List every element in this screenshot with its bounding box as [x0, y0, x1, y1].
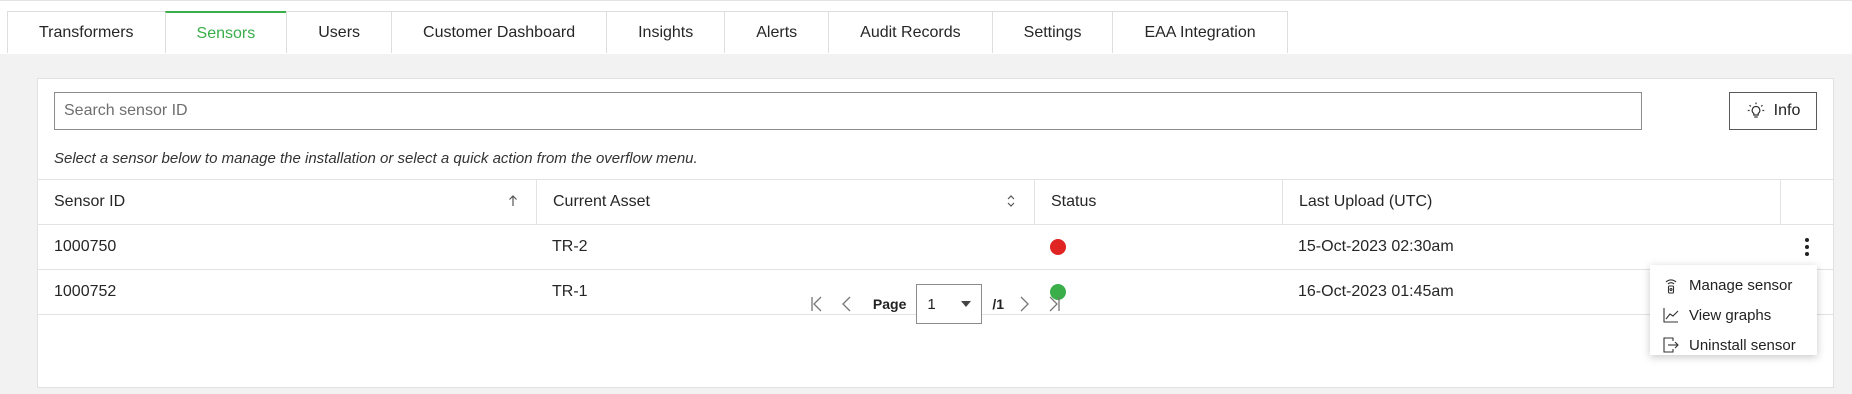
menu-item-label: Manage sensor	[1689, 276, 1793, 294]
status-indicator-red	[1050, 239, 1066, 255]
total-pages: /1	[992, 296, 1005, 312]
kebab-icon[interactable]	[1801, 234, 1813, 260]
last-upload-cell: 15-Oct-2023 02:30am	[1298, 238, 1454, 255]
status-cell	[1034, 225, 1282, 269]
table-header: Sensor ID Current Asset Status Last Uplo…	[38, 179, 1833, 225]
column-header-last-upload: Last Upload (UTC)	[1282, 180, 1780, 224]
tab-users[interactable]: Users	[286, 11, 393, 53]
first-page-icon[interactable]	[807, 294, 827, 314]
search-input[interactable]	[54, 92, 1642, 130]
tab-bar: Transformers Sensors Users Customer Dash…	[0, 0, 1852, 55]
sort-unsorted-icon[interactable]	[1004, 193, 1018, 209]
menu-item-label: View graphs	[1689, 306, 1772, 324]
next-page-icon[interactable]	[1014, 294, 1034, 314]
column-header-label: Current Asset	[553, 193, 650, 210]
sensor-id-cell: 1000750	[54, 238, 117, 255]
tab-transformers[interactable]: Transformers	[7, 11, 166, 53]
tab-audit-records[interactable]: Audit Records	[828, 11, 993, 53]
main-content: Info Select a sensor below to manage the…	[0, 54, 1852, 394]
menu-item-manage-sensor[interactable]: Manage sensor	[1650, 270, 1817, 300]
column-header-sensor-id[interactable]: Sensor ID	[38, 180, 536, 224]
current-page-value: 1	[927, 295, 936, 313]
tab-settings[interactable]: Settings	[991, 11, 1114, 53]
chevron-down-icon	[961, 301, 972, 307]
tab-list: Transformers Sensors Users Customer Dash…	[7, 11, 1288, 55]
pagination: Page 1 /1	[38, 269, 1833, 339]
sensors-card: Info Select a sensor below to manage the…	[37, 78, 1834, 388]
info-button[interactable]: Info	[1729, 92, 1817, 130]
tab-eaa-integration[interactable]: EAA Integration	[1112, 11, 1288, 53]
menu-item-view-graphs[interactable]: View graphs	[1650, 300, 1817, 330]
tab-sensors[interactable]: Sensors	[164, 11, 288, 53]
tab-insights[interactable]: Insights	[606, 11, 726, 53]
lightbulb-icon	[1747, 102, 1764, 118]
column-header-current-asset[interactable]: Current Asset	[536, 180, 1034, 224]
column-header-label: Sensor ID	[54, 193, 126, 210]
sensor-icon	[1665, 279, 1677, 294]
tab-customer-dashboard[interactable]: Customer Dashboard	[391, 11, 608, 53]
tab-alerts[interactable]: Alerts	[724, 11, 830, 53]
menu-item-label: Uninstall sensor	[1689, 336, 1796, 354]
previous-page-icon[interactable]	[837, 294, 857, 314]
overflow-menu-button[interactable]	[1780, 225, 1833, 269]
column-header-label: Last Upload (UTC)	[1299, 193, 1433, 210]
last-page-icon[interactable]	[1044, 294, 1064, 314]
overflow-menu: Manage sensor View graphs Uninstall sens…	[1650, 265, 1817, 355]
exit-icon	[1663, 337, 1679, 353]
asset-cell: TR-2	[552, 238, 588, 255]
table-row[interactable]: 1000750 TR-2 15-Oct-2023 02:30am	[38, 225, 1833, 270]
column-header-label: Status	[1051, 193, 1097, 210]
instruction-text: Select a sensor below to manage the inst…	[54, 150, 698, 167]
column-header-actions	[1780, 180, 1833, 224]
line-graph-icon	[1663, 308, 1679, 323]
column-header-status: Status	[1034, 180, 1282, 224]
menu-item-uninstall-sensor[interactable]: Uninstall sensor	[1650, 330, 1817, 360]
page-label: Page	[872, 296, 907, 312]
page-select[interactable]: 1	[916, 284, 983, 324]
sort-ascending-icon[interactable]	[506, 193, 520, 209]
info-button-label: Info	[1773, 102, 1801, 119]
